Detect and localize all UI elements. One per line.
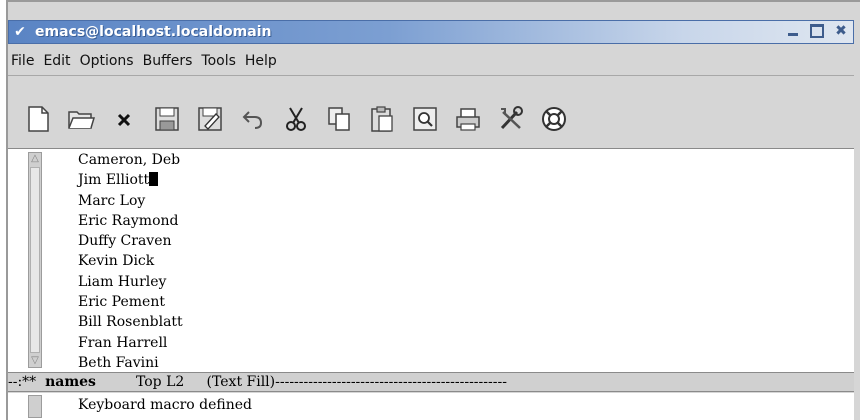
minimize-button[interactable]: [785, 23, 801, 39]
modeline-fill: ----------------------------------------…: [275, 374, 507, 390]
menu-options[interactable]: Options: [79, 51, 135, 71]
buffer-line: Duffy Craven: [78, 233, 172, 250]
menu-help[interactable]: Help: [244, 51, 278, 71]
buffer-line: Eric Raymond: [78, 212, 179, 229]
text-cursor: [149, 172, 159, 187]
scroll-down-icon[interactable]: ▽: [30, 355, 40, 367]
echo-message: Keyboard macro defined: [78, 397, 253, 413]
open-folder-icon[interactable]: [67, 104, 95, 134]
cut-scissors-icon[interactable]: [282, 104, 310, 134]
buffer-line: Marc Loy: [78, 192, 146, 209]
window-menu-chevron-icon[interactable]: ✔: [9, 21, 31, 43]
vertical-scrollbar[interactable]: △ ▽: [28, 152, 42, 368]
buffer-line: Liam Hurley: [78, 273, 167, 290]
echo-area: Keyboard macro defined: [8, 393, 854, 420]
toolbar: [8, 94, 854, 144]
close-button[interactable]: ✖: [833, 23, 849, 39]
modeline-mode: (Text Fill): [206, 374, 276, 390]
menu-file[interactable]: File: [10, 51, 35, 71]
buffer-text[interactable]: Cameron, Deb Jim Elliott Marc Loy Eric R…: [78, 150, 183, 373]
menu-edit[interactable]: Edit: [42, 51, 71, 71]
help-lifebuoy-icon[interactable]: [540, 104, 568, 134]
window-controls: ✖: [785, 23, 849, 39]
new-file-icon[interactable]: [24, 104, 52, 134]
buffer-line-with-cursor: Jim Elliott: [78, 170, 183, 190]
buffer-line: Eric Pement: [78, 294, 165, 311]
menu-buffers[interactable]: Buffers: [142, 51, 194, 71]
close-x-icon[interactable]: [110, 104, 138, 134]
minibuffer-scrollbar[interactable]: [28, 395, 42, 418]
copy-icon[interactable]: [325, 104, 353, 134]
undo-icon[interactable]: [239, 104, 267, 134]
menu-bar: File Edit Options Buffers Tools Help: [8, 46, 854, 76]
scroll-up-icon[interactable]: △: [30, 153, 40, 165]
mode-line[interactable]: --:** names Top L2 (Text Fill)----------…: [8, 372, 854, 392]
modeline-position: Top L2: [95, 374, 207, 390]
buffer-line: Fran Harrell: [78, 334, 168, 351]
paste-icon[interactable]: [368, 104, 396, 134]
print-icon[interactable]: [454, 104, 482, 134]
title-bar[interactable]: ✔ emacs@localhost.localdomain ✖: [8, 20, 854, 44]
buffer-line: Kevin Dick: [78, 253, 155, 270]
buffer-line: Bill Rosenblatt: [78, 314, 183, 331]
buffer-line: Cameron, Deb: [78, 152, 181, 168]
save-as-disk-icon[interactable]: [196, 104, 224, 134]
buffer-line: Beth Favini: [78, 354, 159, 371]
maximize-button[interactable]: [809, 23, 825, 39]
scrollbar-thumb[interactable]: [30, 167, 40, 353]
preferences-tools-icon[interactable]: [497, 104, 525, 134]
menu-tools[interactable]: Tools: [200, 51, 237, 71]
buffer-line: Jim Elliott: [78, 172, 150, 189]
search-icon[interactable]: [411, 104, 439, 134]
modeline-buffer-name: names: [45, 374, 96, 390]
save-disk-icon[interactable]: [153, 104, 181, 134]
modeline-status: --:**: [8, 374, 46, 390]
window-title: emacs@localhost.localdomain: [35, 24, 272, 40]
